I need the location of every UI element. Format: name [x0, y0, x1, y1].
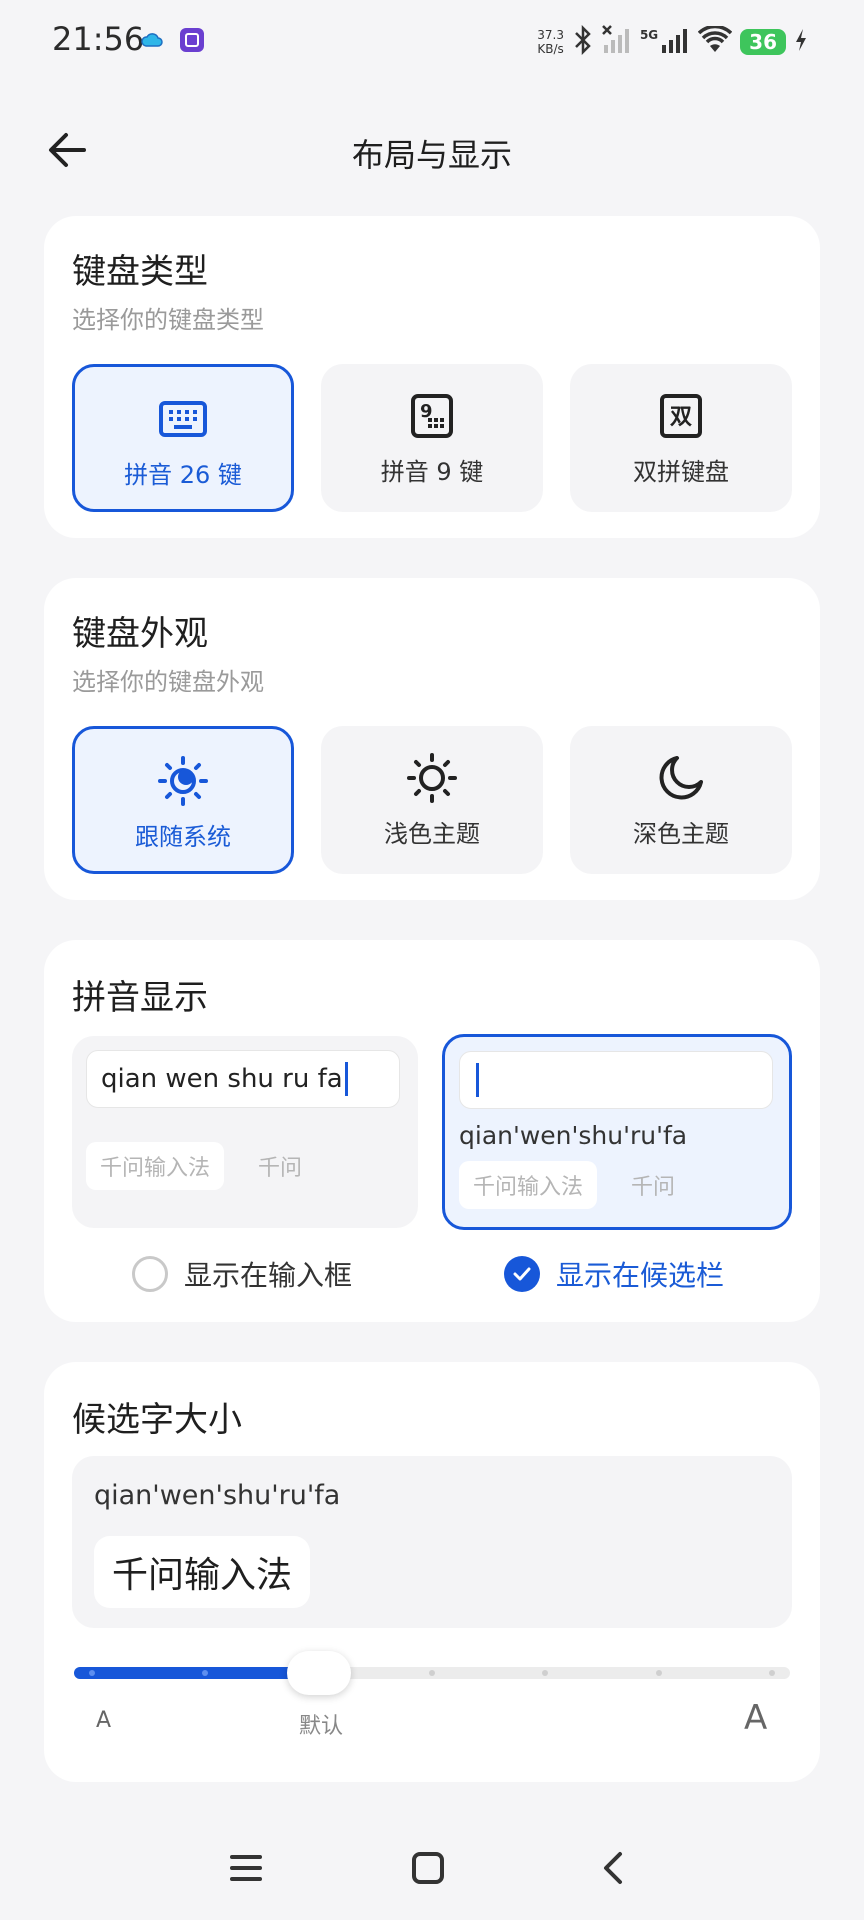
preview-candidate: 千问 [258, 1156, 303, 1181]
slider-tick [89, 1670, 95, 1676]
shuangpin-icon: 双 [655, 390, 707, 442]
wifi-icon [697, 24, 733, 58]
text-caret [344, 1062, 348, 1096]
appearance-option-label: 浅色主题 [384, 820, 480, 848]
keyboard-26-icon [157, 393, 209, 445]
radio-label: 显示在输入框 [184, 1259, 353, 1292]
network-type: 5G [639, 28, 659, 42]
preview-candidate: 千问输入法 [459, 1161, 598, 1209]
appearance-option-dark[interactable]: 深色主题 [570, 726, 792, 874]
pinyin-preview-input-box[interactable]: qian wen shu ru fa 千问输入法 千问 [72, 1036, 418, 1228]
size-label-default: 默认 [299, 1714, 344, 1739]
radio-show-in-input[interactable]: 显示在输入框 [132, 1254, 352, 1294]
preview-candidate: 千问 [631, 1175, 676, 1200]
keyboard-type-card: 键盘类型 选择你的键盘类型 拼音 26 键 9 拼音 9 键 双 双拼键盘 [44, 216, 820, 538]
candidate-size-title: 候选字大小 [72, 1400, 242, 1440]
radio-label: 显示在候选栏 [556, 1259, 725, 1292]
pinyin-preview-candidate-bar[interactable]: qian'wen'shu'ru'fa 千问输入法 千问 [442, 1034, 792, 1230]
signal-sim1-icon [602, 25, 632, 59]
status-bar: 21:56 37.3 KB/s 5G 36 [0, 0, 864, 80]
candidate-size-preview: qian'wen'shu'ru'fa 千问输入法 [72, 1456, 792, 1628]
net-speed: 37.3 KB/s [537, 28, 564, 56]
preview-pinyin: qian'wen'shu'ru'fa [459, 1121, 688, 1150]
keyboard-option-label: 拼音 26 键 [124, 461, 242, 489]
net-speed-value: 37.3 [537, 28, 564, 42]
size-label-small: A [96, 1708, 112, 1733]
nav-menu-button[interactable] [214, 1840, 278, 1896]
nav-back-button[interactable] [582, 1840, 646, 1896]
preview-pinyin: qian'wen'shu'ru'fa [94, 1480, 341, 1511]
appearance-option-label: 深色主题 [633, 820, 729, 848]
appearance-subtitle: 选择你的键盘外观 [72, 668, 264, 696]
radio-show-in-candidate[interactable]: 显示在候选栏 [504, 1254, 724, 1294]
radio-checked-icon [504, 1256, 540, 1292]
appearance-option-light[interactable]: 浅色主题 [321, 726, 543, 874]
slider-fill [74, 1667, 319, 1679]
preview-candidate: 千问输入法 [86, 1142, 225, 1190]
text-caret [476, 1063, 479, 1097]
page-title: 布局与显示 [351, 136, 512, 174]
radio-unchecked-icon [132, 1256, 168, 1292]
net-speed-unit: KB/s [537, 42, 564, 56]
bluetooth-icon [572, 24, 594, 59]
signal-sim2-icon [660, 25, 690, 59]
chevron-left-icon [604, 1852, 622, 1884]
keyboard-option-label: 双拼键盘 [633, 458, 729, 486]
battery-level: 36 [740, 29, 786, 55]
status-time: 21:56 [52, 20, 145, 58]
preview-candidate: 千问输入法 [94, 1536, 311, 1608]
follow-system-icon [157, 755, 209, 807]
appearance-card: 键盘外观 选择你的键盘外观 跟随系统 浅色主题 深色主题 [44, 578, 820, 900]
size-label-large: A [744, 1698, 768, 1738]
svg-text:双: 双 [670, 405, 692, 430]
menu-icon [230, 1855, 262, 1881]
preview-input-field: qian wen shu ru fa [86, 1050, 400, 1108]
keyboard-option-pinyin26[interactable]: 拼音 26 键 [72, 364, 294, 512]
sticker-app-icon [180, 28, 204, 52]
status-icons: 37.3 KB/s 5G 36 [537, 22, 808, 62]
nav-home-button[interactable] [396, 1840, 460, 1896]
candidate-size-card: 候选字大小 qian'wen'shu'ru'fa 千问输入法 A 默认 A [44, 1362, 820, 1782]
pinyin-display-card: 拼音显示 qian wen shu ru fa 千问输入法 千问 qian'we… [44, 940, 820, 1322]
slider-tick [655, 1670, 662, 1676]
keyboard-9-icon: 9 [406, 390, 458, 442]
sun-icon [406, 752, 458, 804]
slider-tick [542, 1670, 549, 1676]
moon-icon [655, 752, 707, 804]
preview-input-field [459, 1051, 773, 1109]
keyboard-option-shuangpin[interactable]: 双 双拼键盘 [570, 364, 792, 512]
keyboard-type-title: 键盘类型 [72, 252, 208, 292]
appearance-option-follow-system[interactable]: 跟随系统 [72, 726, 294, 874]
charging-icon [794, 28, 808, 56]
cloud-app-icon [140, 28, 164, 52]
keyboard-option-label: 拼音 9 键 [380, 458, 484, 486]
appearance-option-label: 跟随系统 [135, 823, 231, 851]
candidate-size-slider[interactable] [74, 1651, 790, 1695]
preview-input-text: qian wen shu ru fa [101, 1064, 343, 1094]
slider-tick [769, 1670, 775, 1676]
pinyin-display-title: 拼音显示 [72, 978, 208, 1018]
slider-tick [429, 1670, 435, 1676]
keyboard-option-pinyin9[interactable]: 9 拼音 9 键 [321, 364, 543, 512]
home-square-icon [412, 1852, 444, 1884]
keyboard-type-subtitle: 选择你的键盘类型 [72, 306, 264, 334]
slider-thumb[interactable] [286, 1651, 351, 1695]
appearance-title: 键盘外观 [72, 614, 208, 654]
